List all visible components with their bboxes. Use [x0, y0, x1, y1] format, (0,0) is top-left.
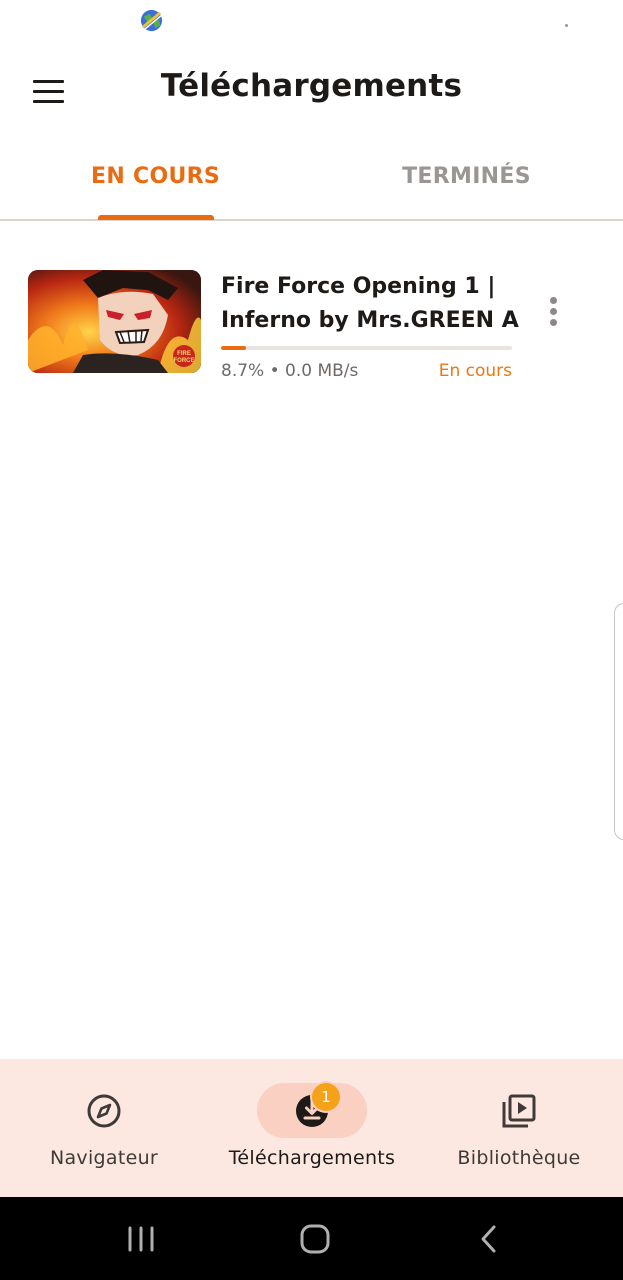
- home-icon[interactable]: [293, 1217, 337, 1261]
- back-icon[interactable]: [467, 1217, 511, 1261]
- nav-item-bibliotheque[interactable]: Bibliothèque: [415, 1059, 623, 1197]
- video-library-icon: [502, 1094, 536, 1128]
- compass-icon: [87, 1094, 121, 1128]
- svg-text:FIRE: FIRE: [177, 351, 191, 357]
- download-list-item[interactable]: FIRE FORCE Fire Force Opening 1 | Infern…: [0, 255, 623, 395]
- svg-text:FORCE: FORCE: [174, 358, 195, 364]
- download-progress-bar: [221, 346, 512, 350]
- more-vertical-icon[interactable]: [535, 290, 571, 332]
- nav-label: Téléchargements: [228, 1147, 396, 1169]
- system-navigation-bar: [0, 1197, 623, 1280]
- globe-icon: [140, 9, 163, 32]
- progress-speed-text: 8.7% • 0.0 MB/s: [221, 361, 359, 381]
- download-status-text: En cours: [438, 361, 512, 381]
- tab-label: EN COURS: [91, 164, 220, 189]
- tab-label: TERMINÉS: [402, 164, 531, 189]
- video-title-line: Inferno by Mrs.GREEN A...: [221, 308, 521, 333]
- status-indicator-dot: [565, 24, 568, 27]
- recents-icon[interactable]: [119, 1217, 163, 1261]
- nav-item-telechargements[interactable]: 1 Téléchargements: [208, 1059, 416, 1197]
- tab-en-cours[interactable]: EN COURS: [0, 140, 311, 219]
- nav-label: Navigateur: [49, 1147, 159, 1169]
- video-title-line: Fire Force Opening 1 |: [221, 274, 496, 299]
- bottom-navigation: Navigateur 1 Téléchargements Bibliothèqu…: [0, 1059, 623, 1197]
- status-bar: [0, 0, 623, 44]
- nav-label: Bibliothèque: [457, 1147, 581, 1169]
- page-title: Téléchargements: [160, 68, 463, 104]
- fire-force-thumbnail: FIRE FORCE: [28, 270, 201, 373]
- tab-termines[interactable]: TERMINÉS: [311, 140, 622, 219]
- nav-item-navigateur[interactable]: Navigateur: [0, 1059, 208, 1197]
- notification-badge: 1: [312, 1083, 340, 1111]
- video-title: Fire Force Opening 1 | Inferno by Mrs.GR…: [221, 270, 521, 338]
- app-bar: Téléchargements: [0, 50, 623, 134]
- active-tab-indicator: [98, 215, 214, 220]
- edge-panel-handle[interactable]: [614, 603, 623, 840]
- download-progress-fill: [221, 346, 247, 350]
- tab-bar: EN COURS TERMINÉS: [0, 140, 623, 221]
